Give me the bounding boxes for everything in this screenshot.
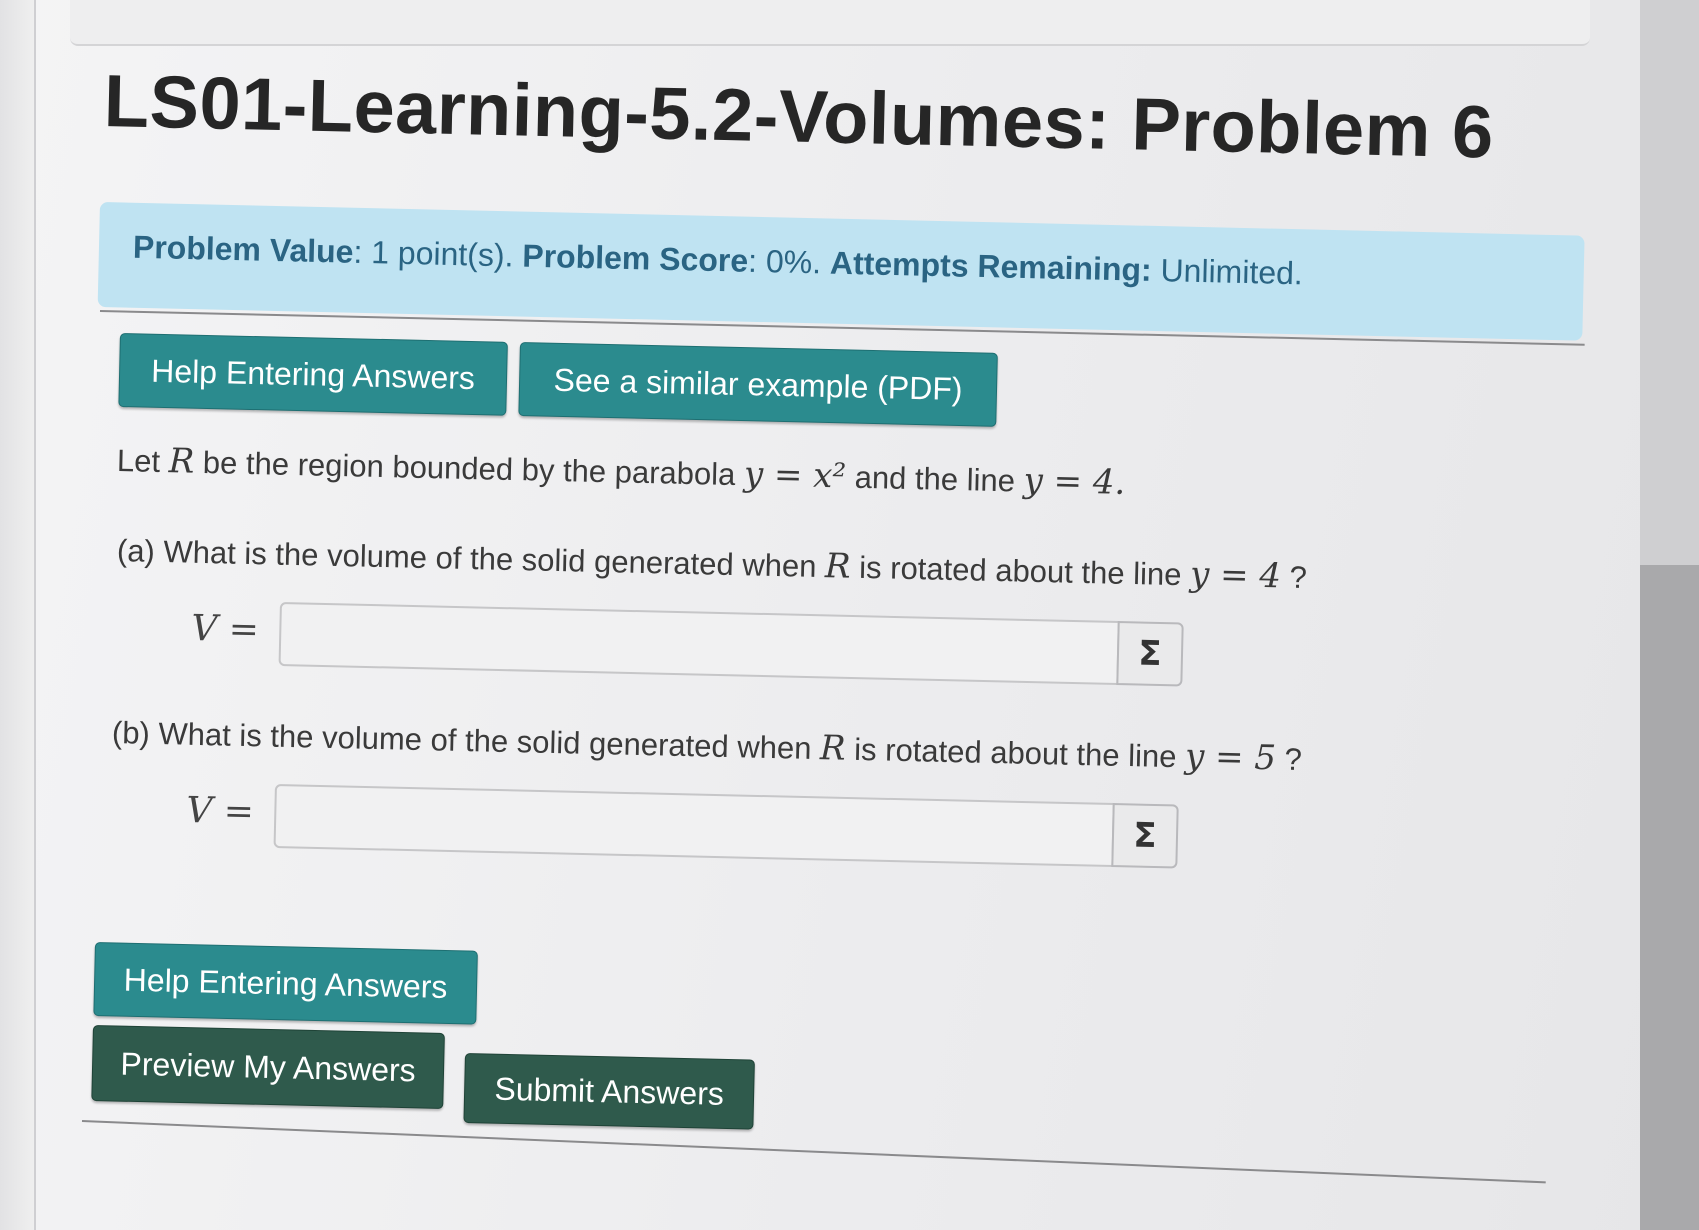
problem-value-text: : 1 point(s). [353, 233, 523, 274]
problem-value-label: Problem Value [132, 228, 354, 270]
intro-text-1: Let [116, 443, 170, 480]
help-entering-answers-button[interactable]: Help Entering Answers [118, 333, 508, 416]
part-a-line-eq: y = 4 [1189, 554, 1282, 597]
intro-parabola-eq: y = x² [743, 454, 847, 497]
part-a-qmark: ? [1280, 559, 1308, 595]
intro-text-3: and the line [845, 459, 1024, 499]
part-b-rest: is rotated about the line [845, 731, 1186, 775]
part-b-region-var: R [819, 728, 847, 769]
screen: LS01-Learning-5.2-Volumes: Problem 6 Pro… [0, 0, 1699, 1230]
problem-info-box: Problem Value: 1 point(s). Problem Score… [97, 202, 1585, 341]
attempts-remaining-label: Attempts Remaining: [829, 244, 1153, 288]
window-left-edge [0, 0, 36, 1230]
top-panel [70, 0, 1590, 46]
part-b-answer-label: V = [185, 789, 255, 833]
similar-example-pdf-button[interactable]: See a similar example (PDF) [518, 342, 998, 427]
part-b-answer-input[interactable] [273, 783, 1115, 868]
part-b-text: (b) What is the volume of the solid gene… [111, 715, 821, 767]
preview-my-answers-button[interactable]: Preview My Answers [91, 1025, 445, 1109]
sigma-icon: Σ [1132, 815, 1158, 857]
part-b-question: (b) What is the volume of the solid gene… [112, 712, 1303, 779]
part-a-rest: is rotated about the line [850, 549, 1191, 593]
part-b-line-eq: y = 5 [1184, 736, 1277, 779]
part-a-region-var: R [824, 546, 852, 587]
problem-score-label: Problem Score [521, 237, 749, 279]
intro-text-2: be the region bounded by the parabola [193, 444, 745, 493]
sigma-icon: Σ [1137, 633, 1163, 675]
problem-score-text: : 0%. [747, 242, 831, 281]
scrollbar-thumb[interactable] [1640, 565, 1699, 1230]
problem-statement: Let R be the region bounded by the parab… [117, 440, 1126, 503]
attempts-remaining-text: Unlimited. [1151, 251, 1304, 292]
part-a-text: (a) What is the volume of the solid gene… [116, 533, 826, 585]
intro-line-eq: y = 4. [1023, 460, 1126, 503]
submit-answers-button[interactable]: Submit Answers [463, 1053, 755, 1130]
part-b-equation-editor-button[interactable]: Σ [1111, 803, 1179, 869]
help-entering-answers-button-bottom[interactable]: Help Entering Answers [93, 942, 478, 1025]
intro-region-var: R [168, 441, 195, 482]
part-b-qmark: ? [1275, 741, 1303, 777]
part-a-question: (a) What is the volume of the solid gene… [117, 530, 1308, 597]
divider-bottom [81, 1120, 1546, 1184]
page-title: LS01-Learning-5.2-Volumes: Problem 6 [103, 59, 1495, 174]
part-a-answer-input[interactable] [278, 601, 1120, 686]
part-a-answer-label: V = [190, 607, 260, 651]
part-a-equation-editor-button[interactable]: Σ [1116, 621, 1184, 687]
